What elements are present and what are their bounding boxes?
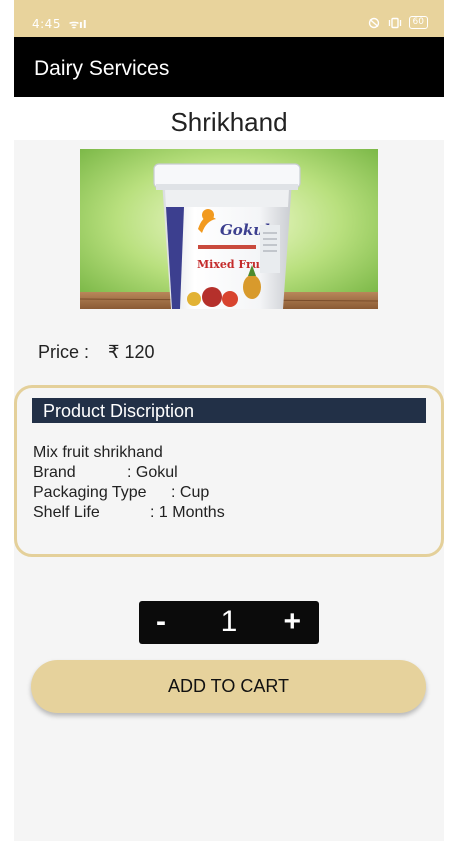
app-title: Dairy Services (34, 57, 170, 80)
description-header: Product Discription (32, 398, 426, 423)
shelf-life-value: : 1 Months (150, 504, 225, 521)
brand-label: Brand (33, 464, 76, 481)
price-value: ₹ 120 (108, 342, 155, 362)
status-icons: 60 (367, 16, 428, 29)
increase-quantity-button[interactable]: + (283, 605, 301, 639)
description-header-text: Product Discription (43, 401, 195, 421)
description-details: Mix fruit shrikhand Brand : Gokul Packagi… (33, 443, 225, 523)
add-to-cart-button[interactable]: ADD TO CART (31, 660, 426, 713)
decrease-quantity-button[interactable]: - (156, 605, 166, 639)
price-label: Price : (38, 342, 90, 362)
image-variant-text: Mixed Fruit (197, 258, 270, 271)
do-not-disturb-icon (368, 17, 379, 28)
product-title: Shrikhand (170, 107, 288, 137)
product-image: Gokul Mixed Fruit (80, 149, 378, 309)
product-description-card: Product Discription Mix fruit shrikhand … (14, 385, 444, 557)
packaging-value: : Cup (171, 484, 210, 501)
quantity-stepper: 1 - + (139, 601, 319, 644)
status-time: 4:45 (32, 17, 61, 31)
description-summary: Mix fruit shrikhand (33, 444, 163, 461)
packaging-label: Packaging Type (33, 484, 147, 501)
status-bar: 4:45 ᯤıl 60 (14, 0, 444, 37)
shelf-life-label: Shelf Life (33, 504, 100, 521)
brand-value: : Gokul (127, 464, 178, 481)
battery-icon: 60 (408, 16, 428, 29)
vibrate-icon (388, 17, 401, 28)
shrikhand-cup-image: Gokul Mixed Fruit (80, 149, 378, 309)
app-bar: Dairy Services (14, 37, 444, 97)
shelf-life-row: Shelf Life : 1 Months (33, 503, 225, 523)
brand-row: Brand : Gokul (33, 463, 225, 483)
packaging-row: Packaging Type : Cup (33, 483, 225, 503)
app-screen: 4:45 ᯤıl 60 Dairy Services Shrikhand Gok… (14, 0, 444, 841)
signal-icon: ᯤıl (69, 18, 87, 31)
